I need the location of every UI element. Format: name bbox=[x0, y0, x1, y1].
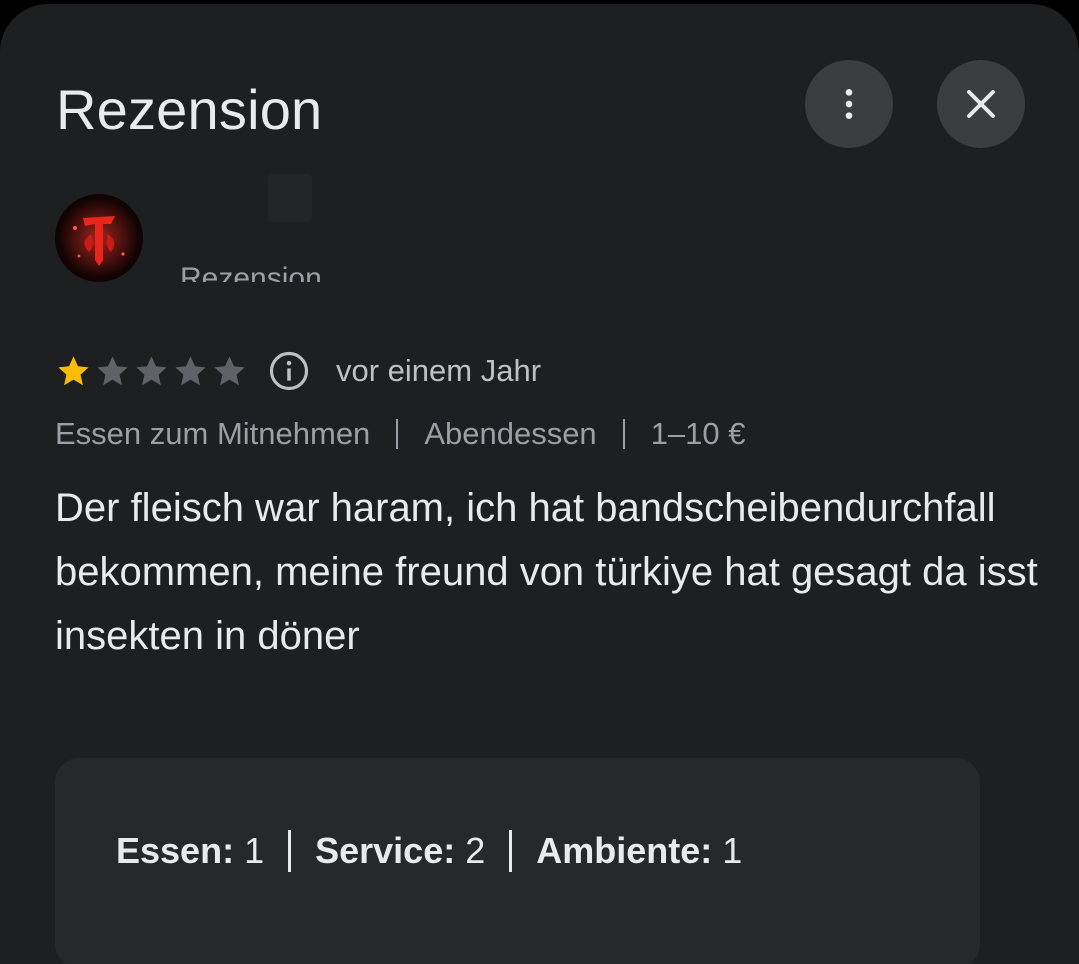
star-empty-icon bbox=[136, 355, 167, 385]
divider bbox=[288, 830, 292, 872]
info-icon[interactable] bbox=[268, 350, 310, 392]
sub-rating-ambience: Ambiente: 1 bbox=[536, 830, 743, 871]
close-icon bbox=[967, 90, 995, 118]
review-sheet: Rezension Rezension vor einem Jahr Essen… bbox=[0, 4, 1079, 964]
meta-price-range: 1–10 € bbox=[650, 416, 746, 451]
divider bbox=[396, 419, 399, 449]
review-meta: Essen zum Mitnehmen Abendessen 1–10 € bbox=[55, 416, 746, 452]
review-date: vor einem Jahr bbox=[336, 353, 542, 388]
page-title: Rezension bbox=[56, 78, 323, 141]
star-empty-icon bbox=[97, 355, 128, 385]
sub-rating-food: Essen: 1 bbox=[116, 830, 265, 871]
meta-meal-type: Abendessen bbox=[424, 416, 597, 451]
sub-ratings-card: Essen: 1 Service: 2 Ambiente: 1 bbox=[55, 758, 980, 964]
more-vert-icon bbox=[845, 89, 853, 119]
rating-row: vor einem Jahr bbox=[55, 348, 541, 394]
reviewer-subtitle: Rezension bbox=[180, 262, 322, 283]
star-empty-icon bbox=[175, 355, 206, 385]
divider bbox=[509, 830, 513, 872]
redacted-name-block bbox=[268, 174, 312, 222]
meta-service-type: Essen zum Mitnehmen bbox=[55, 416, 371, 451]
star-rating bbox=[55, 353, 250, 390]
close-button[interactable] bbox=[937, 60, 1025, 148]
sub-ratings-line: Essen: 1 Service: 2 Ambiente: 1 bbox=[116, 830, 742, 872]
avatar-glyph-icon bbox=[59, 198, 139, 278]
star-filled-icon bbox=[58, 355, 89, 385]
reviewer-avatar[interactable] bbox=[55, 194, 143, 282]
review-body: Der fleisch war haram, ich hat bandschei… bbox=[55, 486, 1038, 658]
divider bbox=[622, 419, 625, 449]
star-empty-icon bbox=[214, 355, 245, 385]
sub-rating-service: Service: 2 bbox=[315, 830, 486, 871]
more-options-button[interactable] bbox=[805, 60, 893, 148]
